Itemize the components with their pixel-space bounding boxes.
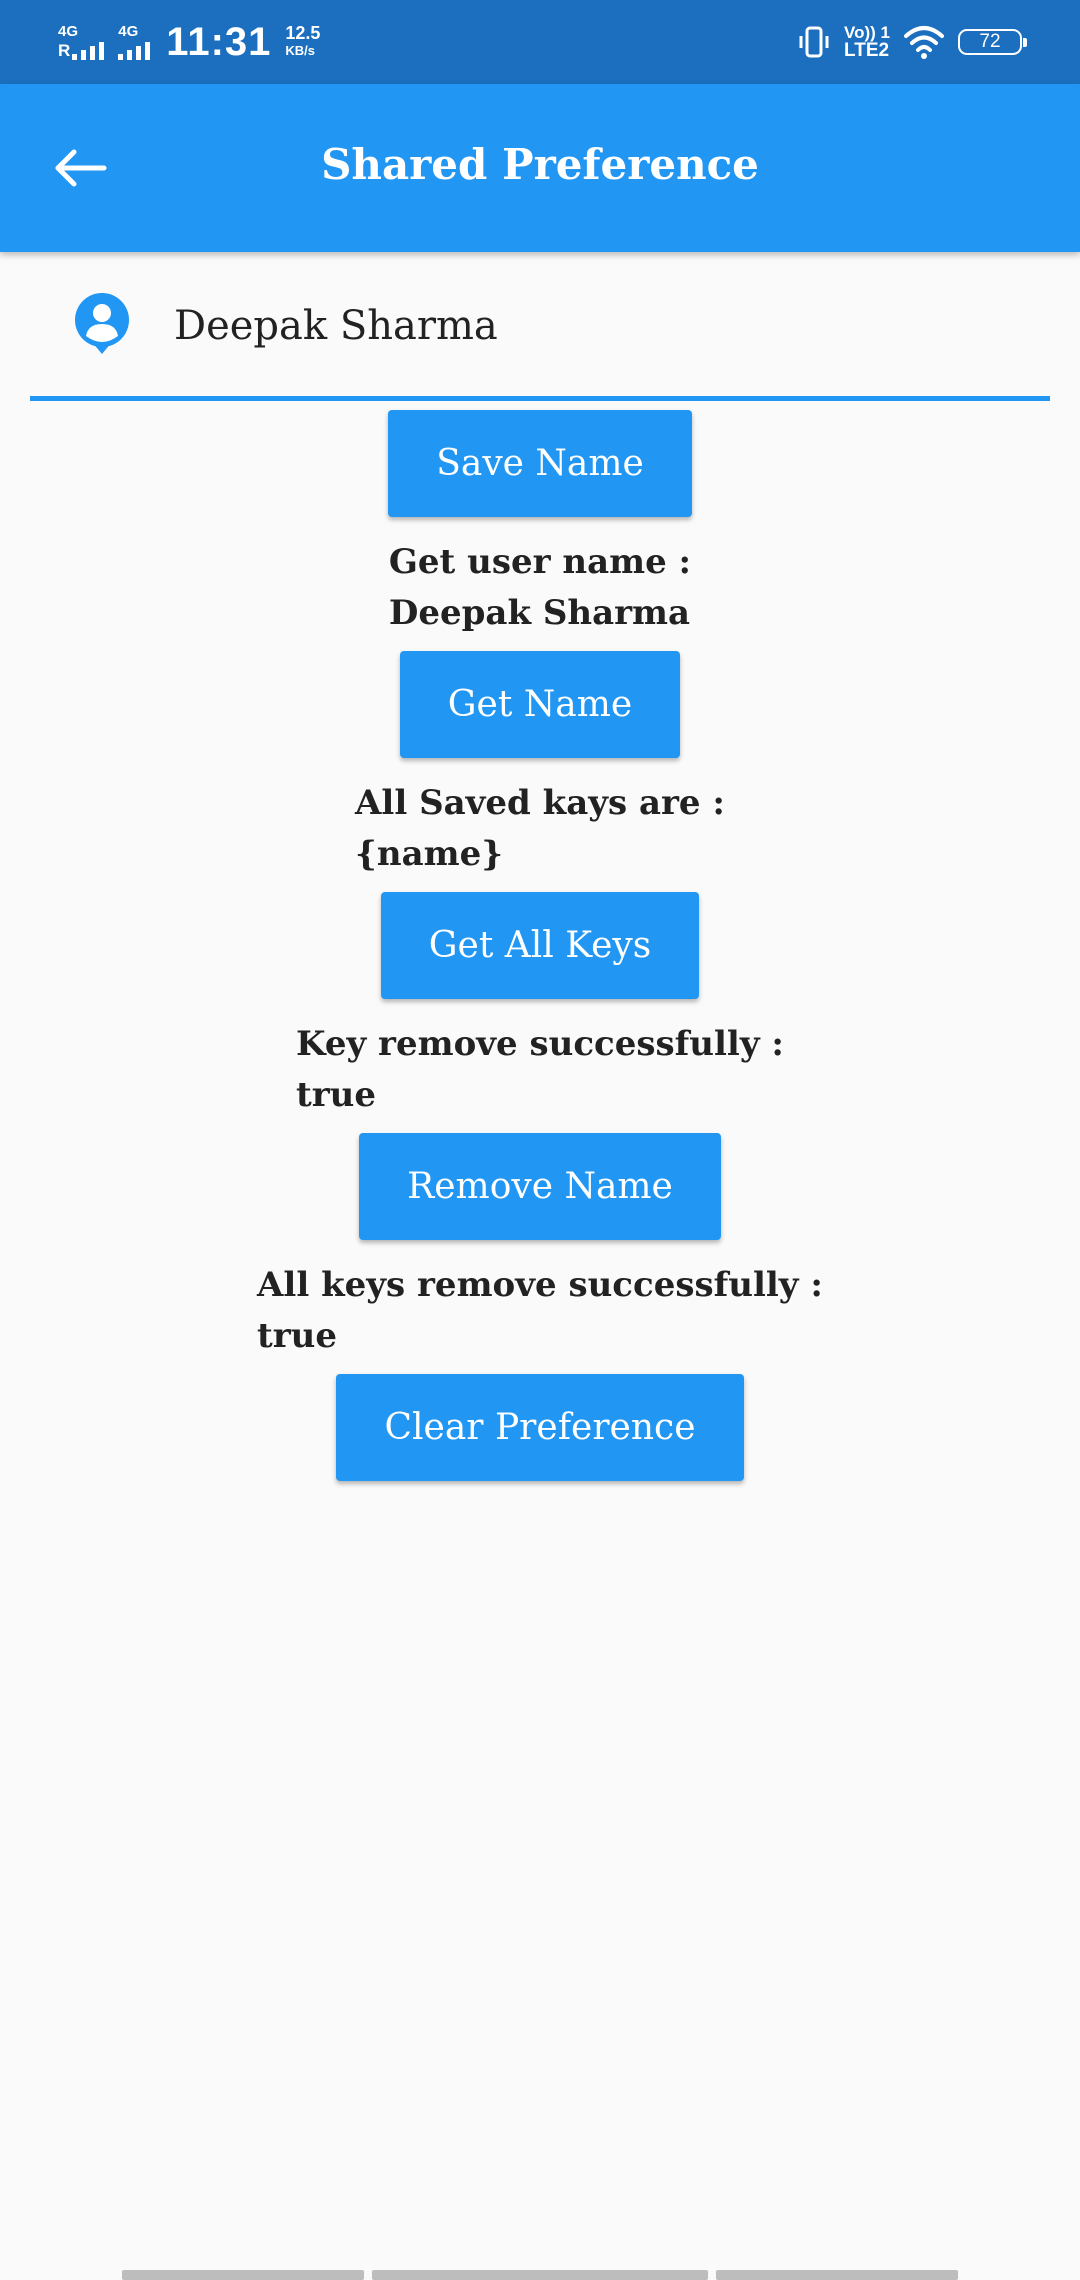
all-keys-result: All Saved kays are : {name}: [355, 783, 725, 874]
name-text-field[interactable]: [30, 262, 1050, 401]
actions-column: Save Name Get user name : Deepak Sharma …: [0, 410, 1080, 1481]
status-left: 4G R 4G 11:31 12.5 KB/s: [58, 16, 320, 68]
nav-gesture-bar: [716, 2270, 958, 2280]
page-title: Shared Preference: [321, 140, 759, 189]
wifi-icon: [904, 26, 944, 59]
network-type-label: 4G: [118, 23, 139, 40]
get-name-result: Get user name : Deepak Sharma: [388, 542, 692, 633]
lte-label: LTE2: [844, 40, 890, 61]
vibrate-icon: [799, 26, 829, 58]
signal-sim2: 4G: [118, 23, 151, 60]
battery-level: 72: [979, 31, 1001, 52]
signal-bars-icon: [118, 42, 151, 60]
app-bar: Shared Preference: [0, 84, 1080, 252]
signal-bars-icon: [72, 42, 105, 60]
get-name-button[interactable]: Get Name: [399, 651, 681, 758]
clear-preference-button[interactable]: Clear Preference: [336, 1374, 744, 1481]
status-right: Vo)) 1 LTE2 72: [796, 16, 1027, 68]
volte-indicator: Vo)) 1 LTE2: [844, 24, 890, 61]
network-speed-value: 12.5: [285, 23, 321, 43]
roaming-indicator: R: [58, 41, 71, 60]
name-input[interactable]: [174, 290, 974, 362]
network-type-label: 4G: [58, 23, 79, 40]
network-speed-unit: KB/s: [285, 43, 316, 58]
nav-gesture-bar: [372, 2270, 708, 2280]
network-speed: 12.5 KB/s: [285, 24, 320, 60]
nav-gesture-bar: [122, 2270, 364, 2280]
signal-sim1: 4G R: [58, 23, 105, 60]
remove-name-button[interactable]: Remove Name: [359, 1133, 721, 1240]
remove-key-result: Key remove successfully : true: [296, 1024, 784, 1115]
clear-preference-result: All keys remove successfully : true: [257, 1265, 823, 1356]
battery-icon: 72: [958, 29, 1027, 55]
save-name-button[interactable]: Save Name: [388, 410, 692, 517]
status-bar: 4G R 4G 11:31 12.5 KB/s Vo)) 1 LTE2 72: [0, 0, 1080, 84]
get-all-keys-button[interactable]: Get All Keys: [380, 892, 700, 999]
person-pin-icon: [75, 293, 129, 354]
clock: 11:31: [166, 19, 272, 64]
